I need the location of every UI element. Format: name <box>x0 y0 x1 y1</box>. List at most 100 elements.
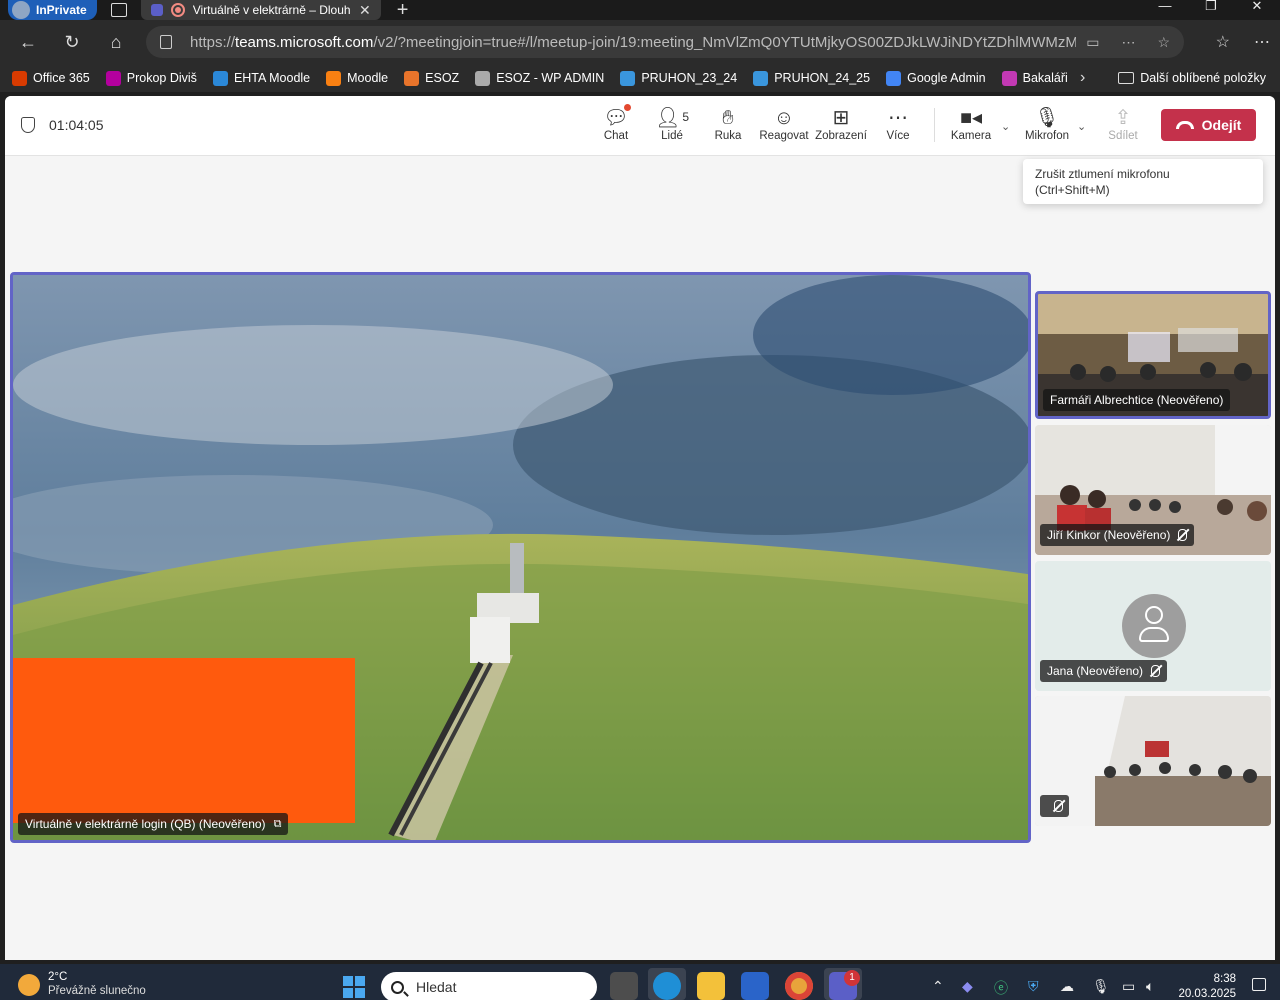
chat-notification-dot <box>624 104 631 111</box>
volume-icon[interactable]: 🔈︎ <box>1146 978 1154 995</box>
camera-options-chevron-icon[interactable]: ⌄ <box>1001 120 1010 133</box>
favorite-link[interactable]: Prokop Diviš <box>105 70 197 86</box>
tab-active[interactable]: Virtuálně v elektrárně – Dlouh ✕ <box>140 0 381 20</box>
defender-icon[interactable]: ⛨ <box>1028 978 1039 995</box>
favorite-link[interactable]: Bakaláři <box>1001 70 1068 86</box>
favorite-link[interactable]: PRUHON_23_24 <box>620 70 737 86</box>
mic-off-icon <box>1054 800 1063 812</box>
favorites-icon[interactable]: ☆ <box>1216 32 1230 52</box>
ellipsis-icon: ⋯ <box>888 107 908 129</box>
mic-button[interactable]: 🎙︎ Mikrofon <box>1017 106 1077 142</box>
favorite-link[interactable]: Moodle <box>326 70 388 86</box>
other-favorites[interactable]: Další oblíbené položky <box>1118 71 1266 85</box>
people-button[interactable]: 👤︎ 5 Lidé <box>642 106 702 142</box>
video-camera-icon: ■◂ <box>959 107 983 129</box>
refresh-icon[interactable]: ↻ <box>50 32 94 53</box>
url-field[interactable]: https://teams.microsoft.com/v2/?meetingj… <box>146 26 1184 58</box>
participant-name: Farmáři Albrechtice (Neověřeno) <box>1043 389 1231 411</box>
view-button[interactable]: ⊞ Zobrazení <box>811 106 871 142</box>
restore-icon[interactable]: ❐ <box>1188 0 1234 20</box>
show-hidden-icons-chevron-icon[interactable]: ⌃ <box>932 978 944 995</box>
file-explorer-icon[interactable] <box>697 972 725 1000</box>
lock-icon[interactable] <box>160 35 172 49</box>
camera-permission-icon[interactable]: ▭ <box>1086 34 1099 51</box>
raise-hand-button[interactable]: ✋︎ Ruka <box>698 106 758 142</box>
camera-button[interactable]: ■◂ Kamera <box>941 106 1001 142</box>
favicon-icon <box>620 70 636 86</box>
store-icon[interactable] <box>741 972 769 1000</box>
favorites-bar: Office 365 Prokop Diviš EHTA Moodle Moodle E… <box>0 64 1280 92</box>
task-view-icon[interactable] <box>610 972 638 1000</box>
tab-actions-icon[interactable] <box>110 3 127 17</box>
weather-condition: Převážně slunečno <box>48 985 146 997</box>
taskbar-search[interactable]: Hledat <box>381 972 597 1000</box>
avatar <box>1122 594 1186 658</box>
favorite-link[interactable]: PRUHON_24_25 <box>753 70 870 86</box>
favorite-link[interactable]: Office 365 <box>12 70 90 86</box>
screen-share-icon: ⧉ <box>273 817 282 830</box>
favicon-icon <box>886 70 902 86</box>
react-button[interactable]: ☺ Reagovat <box>754 106 814 142</box>
participant-tile[interactable]: Jiří Kinkor (Neověřeno) <box>1035 425 1271 555</box>
redaction-overlay <box>13 658 355 823</box>
participant-name: Jana (Neověřeno) <box>1040 660 1168 682</box>
favorite-star-icon[interactable]: ☆ <box>1157 34 1170 51</box>
grid-icon: ⊞ <box>832 107 850 129</box>
meeting-timer: 01:04:05 <box>21 117 104 133</box>
mic-off-icon <box>1151 665 1161 677</box>
taskbar: 2°C Převážně slunečno Hledat ⌃ ◆ ⓔ ⛨ ☁ 🎙… <box>0 964 1280 1000</box>
more-favorites-icon[interactable]: › <box>1080 69 1085 87</box>
back-icon[interactable]: ← <box>6 32 50 53</box>
classroom-video <box>1035 696 1271 826</box>
more-tools-icon[interactable]: ⋯ <box>1121 34 1135 51</box>
notifications-icon[interactable] <box>1252 978 1266 991</box>
close-tab-icon[interactable]: ✕ <box>359 2 371 19</box>
favorite-link[interactable]: Google Admin <box>886 70 986 86</box>
settings-more-icon[interactable]: ⋯ <box>1254 32 1270 52</box>
windows-start-icon[interactable] <box>343 976 365 998</box>
share-tray-icon: ⇪ <box>1114 107 1132 129</box>
onedrive-icon[interactable]: ☁ <box>1060 978 1074 995</box>
person-icon <box>1145 606 1163 624</box>
participant-tile[interactable] <box>1035 696 1271 826</box>
mic-options-chevron-icon[interactable]: ⌄ <box>1077 120 1086 133</box>
weather-widget[interactable]: 2°C Převážně slunečno <box>18 970 146 998</box>
participant-name <box>1040 795 1069 817</box>
inprivate-label: InPrivate <box>36 3 87 17</box>
folder-icon <box>1118 72 1135 84</box>
home-icon[interactable]: ⌂ <box>94 32 138 53</box>
favorite-link[interactable]: ESOZ - WP ADMIN <box>475 70 604 86</box>
chat-button[interactable]: 💬︎ Chat <box>586 104 646 142</box>
chrome-icon[interactable] <box>785 972 813 1000</box>
smiley-icon: ☺ <box>773 107 795 129</box>
participant-name: Jiří Kinkor (Neověřeno) <box>1040 524 1195 546</box>
participant-tile[interactable]: Jana (Neověřeno) <box>1035 561 1271 691</box>
main-video-stage[interactable]: Virtuálně v elektrárně login (QB) (Neově… <box>10 272 1031 843</box>
chat-icon: 💬︎ <box>603 107 629 129</box>
system-clock[interactable]: 8:38 20.03.2025 <box>1178 972 1236 1000</box>
new-tab-button[interactable]: + <box>397 0 409 20</box>
minimize-icon[interactable]: — <box>1142 0 1188 20</box>
favicon-icon <box>753 70 769 86</box>
meeting-toolbar: 01:04:05 💬︎ Chat 👤︎ 5 Lidé ✋︎ Ruka ☺ Reag… <box>5 96 1275 156</box>
url-text: https://teams.microsoft.com/v2/?meetingj… <box>190 33 1077 51</box>
share-button[interactable]: ⇪ Sdílet <box>1093 106 1153 142</box>
favorite-link[interactable]: ESOZ <box>404 70 459 86</box>
more-button[interactable]: ⋯ Více <box>868 106 928 142</box>
mic-muted-icon: 🎙︎ <box>1034 107 1060 129</box>
leave-button[interactable]: Odejít <box>1161 109 1256 141</box>
toolbar-divider <box>934 108 935 142</box>
participant-tile[interactable]: Farmáři Albrechtice (Neověřeno) <box>1035 291 1271 419</box>
teams-tray-icon[interactable]: ◆ <box>962 978 973 995</box>
microphone-tray-icon[interactable]: 🎙︎ <box>1092 978 1110 995</box>
close-window-icon[interactable]: ✕ <box>1234 0 1280 20</box>
edge-tray-icon[interactable]: ⓔ <box>994 978 1008 998</box>
inprivate-badge[interactable]: InPrivate <box>8 0 97 20</box>
favorite-link[interactable]: EHTA Moodle <box>212 70 310 86</box>
edge-icon[interactable] <box>653 972 681 1000</box>
elapsed-time: 01:04:05 <box>49 117 104 133</box>
search-icon <box>391 980 404 994</box>
network-icon[interactable]: ▭ <box>1122 978 1135 995</box>
people-count: 5 <box>682 110 690 124</box>
browser-tab-strip: InPrivate Virtuálně v elektrárně – Dlouh… <box>0 0 1280 20</box>
